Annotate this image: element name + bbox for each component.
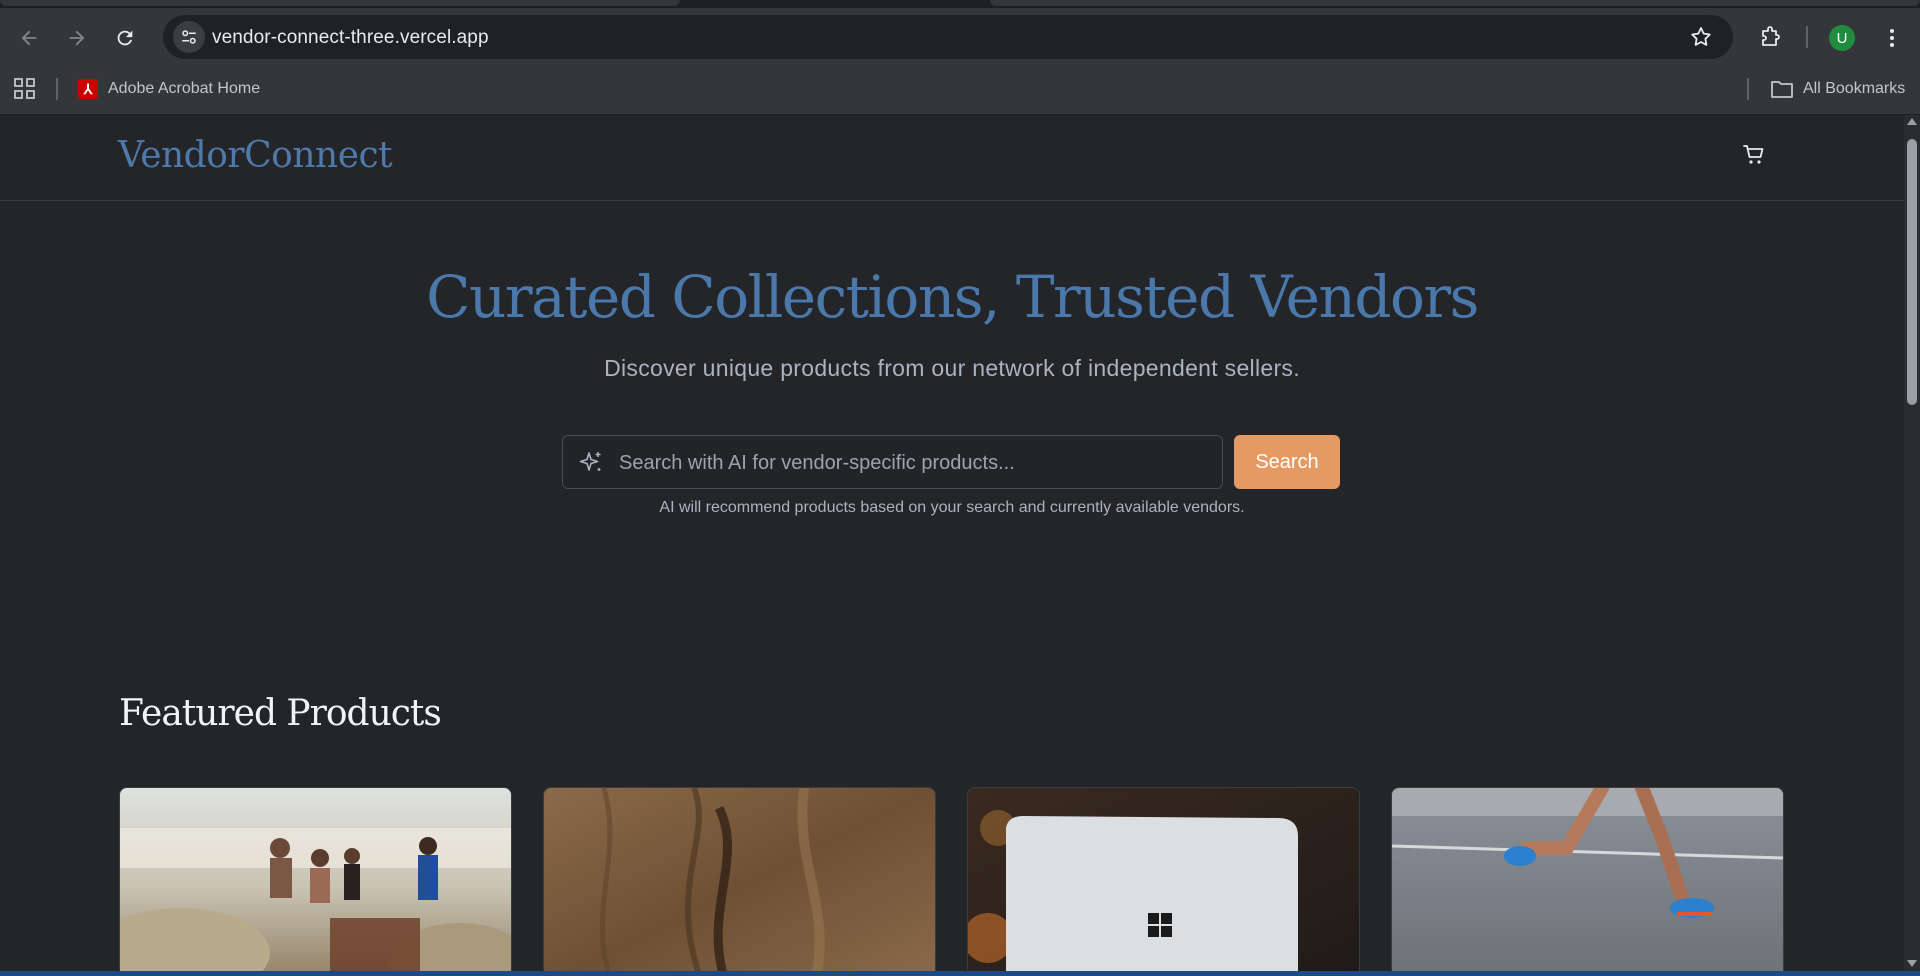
- scrollbar-thumb[interactable]: [1907, 139, 1917, 405]
- arrow-left-icon: [21, 30, 37, 46]
- toolbar-divider: [1806, 26, 1808, 48]
- bookmark-star-icon[interactable]: [1689, 25, 1713, 54]
- page-scrollbar[interactable]: [1904, 115, 1920, 971]
- search-hint: AI will recommend products based on your…: [659, 499, 1245, 516]
- pdf-icon: ⅄: [78, 79, 98, 99]
- beach-bags-image: [120, 788, 511, 971]
- puzzle-icon: [1762, 26, 1780, 46]
- url-text[interactable]: vendor-connect-three.vercel.app: [212, 27, 489, 49]
- featured-products-title: Featured Products: [119, 693, 442, 734]
- running-shoes-image: [1392, 788, 1783, 971]
- profile-avatar[interactable]: U: [1829, 25, 1855, 51]
- bottom-accent-line: [0, 971, 1920, 976]
- search-button[interactable]: Search: [1234, 435, 1340, 489]
- browser-toolbar: vendor-connect-three.vercel.app U: [0, 8, 1920, 66]
- product-card[interactable]: [1391, 787, 1784, 971]
- more-vert-icon: [1890, 29, 1894, 47]
- cart-button[interactable]: [1742, 143, 1766, 172]
- folder-icon: [1771, 81, 1793, 98]
- tab-background[interactable]: [990, 0, 1920, 6]
- reload-icon: [117, 30, 133, 46]
- scroll-up-arrow[interactable]: [1907, 118, 1917, 125]
- forward-button[interactable]: [60, 21, 94, 55]
- hero-title: Curated Collections, Trusted Vendors: [426, 263, 1479, 331]
- product-card[interactable]: [119, 787, 512, 971]
- menu-button[interactable]: [1875, 21, 1909, 55]
- reload-button[interactable]: [108, 21, 142, 55]
- extensions-button[interactable]: [1753, 21, 1787, 55]
- scroll-down-arrow[interactable]: [1907, 960, 1917, 967]
- hero-subtitle: Discover unique products from our networ…: [604, 355, 1300, 381]
- bookmark-label: Adobe Acrobat Home: [108, 80, 261, 97]
- page-viewport: VendorConnect Curated Collections, Trust…: [0, 115, 1904, 971]
- site-header: VendorConnect: [0, 115, 1904, 201]
- site-logo[interactable]: VendorConnect: [118, 135, 393, 176]
- bookmark-adobe-acrobat[interactable]: ⅄ Adobe Acrobat Home: [78, 76, 260, 102]
- all-bookmarks-label: All Bookmarks: [1803, 80, 1906, 97]
- site-info-icon[interactable]: [173, 21, 205, 53]
- back-button[interactable]: [12, 21, 46, 55]
- arrow-right-icon: [69, 30, 85, 46]
- product-card[interactable]: [543, 787, 936, 971]
- apps-grid-icon[interactable]: [14, 78, 36, 105]
- all-bookmarks-button[interactable]: All Bookmarks: [1771, 76, 1905, 102]
- bookmarks-divider: [56, 78, 58, 100]
- tab-strip: [0, 0, 1920, 8]
- tab-background[interactable]: [0, 0, 680, 6]
- bookmarks-divider: [1747, 78, 1749, 100]
- address-bar[interactable]: vendor-connect-three.vercel.app: [163, 15, 1733, 59]
- laptop-image: [968, 788, 1359, 971]
- wood-grain-image: [544, 788, 935, 971]
- cart-icon: [1743, 145, 1764, 164]
- sparkle-icon: [578, 450, 604, 481]
- bookmarks-bar: ⅄ Adobe Acrobat Home All Bookmarks: [0, 66, 1920, 115]
- search-input[interactable]: [617, 444, 1211, 482]
- product-card[interactable]: [967, 787, 1360, 971]
- ai-search-box[interactable]: [562, 435, 1223, 489]
